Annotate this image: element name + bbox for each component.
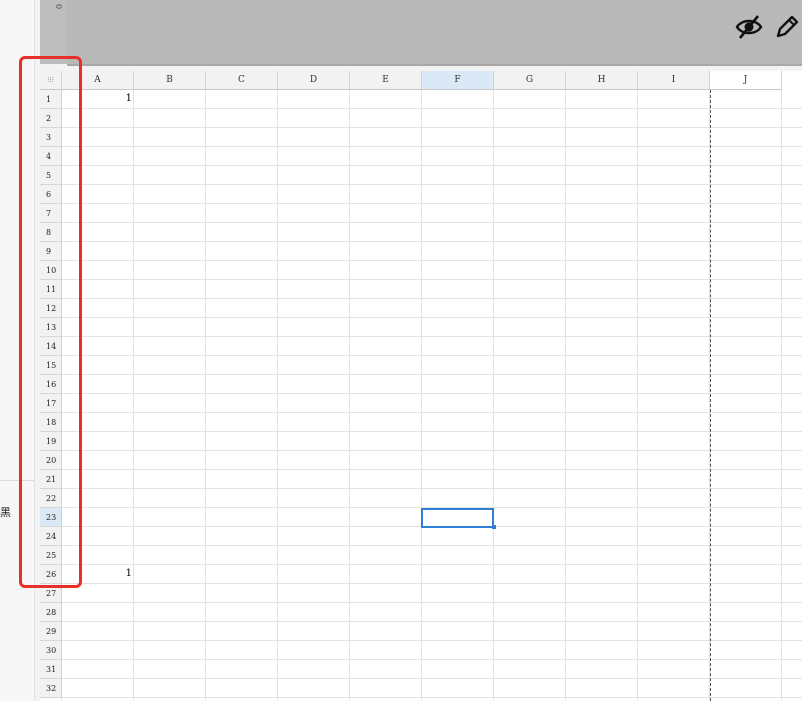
row-gridline <box>62 602 802 603</box>
row-gridline <box>62 374 802 375</box>
column-header-h[interactable]: H <box>566 71 638 90</box>
row-gridline <box>62 469 802 470</box>
row-gridline <box>62 412 802 413</box>
row-header-31[interactable]: 31 <box>40 660 62 679</box>
row-gridline <box>62 564 802 565</box>
row-gridline <box>62 222 802 223</box>
row-header-28[interactable]: 28 <box>40 603 62 622</box>
row-gridline <box>62 260 802 261</box>
spreadsheet-grid[interactable]: ⁝⁝⁝ A B C D E F G H I J 1 2 3 4 5 6 7 8 9 10 11 12 13 14 15 16 17 1… <box>40 71 802 701</box>
row-gridline <box>62 127 802 128</box>
column-header-b[interactable]: B <box>134 71 206 90</box>
row-gridline <box>62 488 802 489</box>
row-gridline <box>62 659 802 660</box>
row-gridline <box>62 355 802 356</box>
row-gridline <box>62 621 802 622</box>
row-gridline <box>62 450 802 451</box>
eye-slash-icon[interactable] <box>734 12 764 42</box>
row-gridline <box>62 184 802 185</box>
column-header-g[interactable]: G <box>494 71 566 90</box>
row-gridline <box>62 431 802 432</box>
row-gridline <box>62 108 802 109</box>
column-header-i[interactable]: I <box>638 71 710 90</box>
fill-handle[interactable] <box>492 525 496 529</box>
row-header-highlight <box>19 56 82 588</box>
column-header-f[interactable]: F <box>422 71 494 90</box>
preview-toolbar <box>67 0 802 66</box>
row-gridline <box>62 298 802 299</box>
column-header-d[interactable]: D <box>278 71 350 90</box>
row-gridline <box>62 545 802 546</box>
active-cell-selection[interactable] <box>421 508 494 528</box>
row-gridline <box>62 640 802 641</box>
row-gridline <box>62 146 802 147</box>
column-gridline <box>277 90 278 701</box>
row-gridline <box>62 697 802 698</box>
row-gridline <box>62 583 802 584</box>
pencil-icon[interactable] <box>772 12 802 42</box>
row-header-30[interactable]: 30 <box>40 641 62 660</box>
column-gridline <box>493 90 494 701</box>
column-gridline <box>637 90 638 701</box>
row-gridline <box>62 317 802 318</box>
column-header-j[interactable]: J <box>710 71 782 90</box>
row-gridline <box>62 165 802 166</box>
column-header-e[interactable]: E <box>350 71 422 90</box>
ruler-zero-label: 0 <box>54 3 64 10</box>
column-gridline <box>133 90 134 701</box>
row-gridline <box>62 279 802 280</box>
row-gridline <box>62 678 802 679</box>
row-header-29[interactable]: 29 <box>40 622 62 641</box>
column-gridline <box>205 90 206 701</box>
column-header-c[interactable]: C <box>206 71 278 90</box>
page-break-line <box>710 90 711 701</box>
row-gridline <box>62 393 802 394</box>
row-header-32[interactable]: 32 <box>40 679 62 698</box>
row-gridline <box>62 203 802 204</box>
column-gridline <box>349 90 350 701</box>
side-panel-label[interactable]: 黑 <box>0 504 11 520</box>
vertical-ruler: 0 <box>40 0 68 64</box>
column-gridline <box>421 90 422 701</box>
column-gridline <box>565 90 566 701</box>
column-gridline <box>781 90 782 701</box>
row-gridline <box>62 241 802 242</box>
row-gridline <box>62 336 802 337</box>
